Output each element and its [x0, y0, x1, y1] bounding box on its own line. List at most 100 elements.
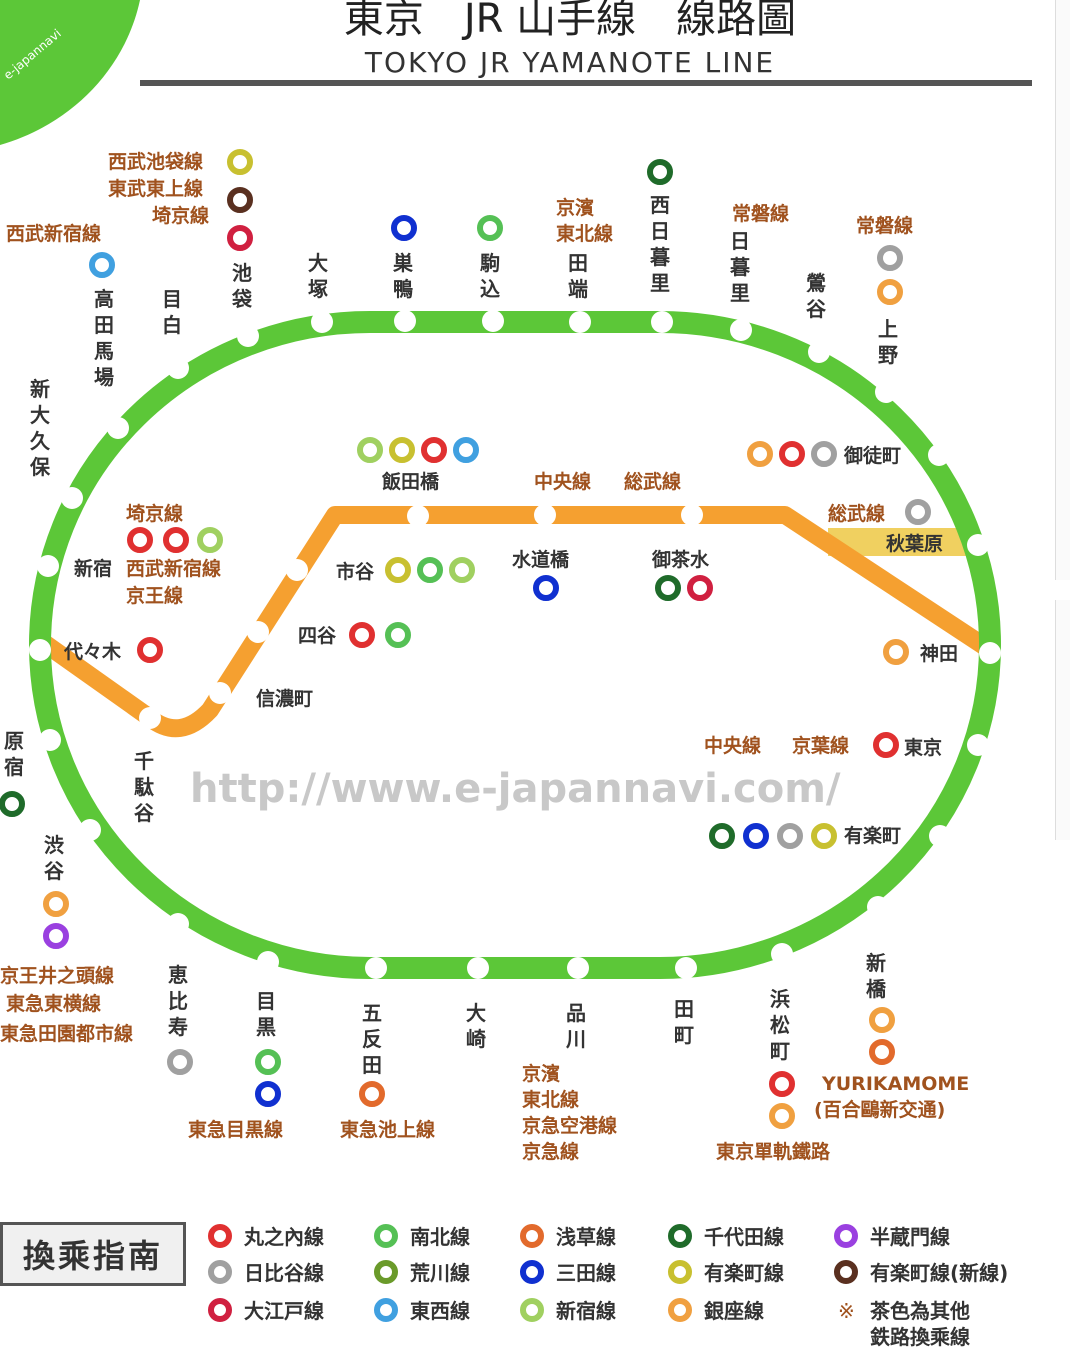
legend-item-label: 荒川線	[410, 1261, 470, 1285]
ebisu-station: 恵比寿	[168, 963, 188, 1039]
transfer-icon	[873, 732, 899, 758]
station-dot	[482, 310, 504, 332]
side-scrollbar[interactable]	[1055, 0, 1070, 580]
tabata-station: 田端	[568, 251, 588, 301]
station-dot	[929, 825, 951, 847]
legend-item-label: 有楽町線	[704, 1261, 784, 1285]
station-dot	[237, 325, 259, 347]
station-dot	[730, 319, 752, 341]
transfer-icon	[349, 622, 375, 648]
legend-item-label: 南北線	[410, 1225, 470, 1249]
transfer-icon	[357, 437, 383, 463]
station-dot	[675, 957, 697, 979]
station-dot	[407, 505, 429, 527]
transfer-icon	[647, 159, 673, 185]
legend-swatch-icon	[374, 1224, 398, 1248]
station-dot	[771, 943, 793, 965]
legend-swatch-icon	[668, 1298, 692, 1322]
station-dot	[61, 487, 83, 509]
transfer-icon	[811, 441, 837, 467]
otsuka-station: 大塚	[308, 251, 328, 301]
seibu_shinjuku_1-line-label: 西武新宿線	[6, 222, 101, 245]
station-dot	[928, 444, 950, 466]
seibu_ikebukuro-line-label: 西武池袋線	[108, 150, 203, 173]
station-dot	[79, 819, 101, 841]
legend-swatch-icon	[208, 1224, 232, 1248]
tokyu_toyoko-line-label: 東急東横線	[6, 992, 101, 1015]
station-dot	[867, 896, 889, 918]
sugamo-station: 巣鴨	[392, 251, 414, 301]
shinjuku-station: 新宿	[74, 557, 112, 580]
okachimachi-station: 御徒町	[843, 444, 901, 467]
legend-swatch-icon	[668, 1224, 692, 1248]
legend-swatch-icon	[520, 1298, 544, 1322]
legend-swatch-icon	[834, 1260, 858, 1284]
transfer-icon	[255, 1049, 281, 1075]
transfer-icon	[883, 639, 909, 665]
station-dot	[394, 310, 416, 332]
station-dot	[467, 957, 489, 979]
transfer-icon	[533, 575, 559, 601]
transfer-icon	[743, 823, 769, 849]
harajuku-station: 原宿	[4, 729, 24, 779]
station-dot	[29, 639, 51, 661]
legend-note-mark: ※	[838, 1299, 855, 1323]
transfer-icon	[137, 637, 163, 663]
station-dot	[167, 913, 189, 935]
tokyu_denentoshi-line-label: 東急田園都市線	[0, 1022, 133, 1045]
tokyu_meguro-line-label: 東急目黒線	[188, 1118, 283, 1141]
tokyo-station: 東京	[904, 736, 942, 759]
gotanda-station: 五反田	[362, 1001, 382, 1077]
transfer-icon	[769, 1071, 795, 1097]
keihin_tohoku_1-line-label: 京濱東北線	[556, 196, 613, 245]
komagome-station: 駒込	[480, 251, 500, 301]
transfer-icon	[811, 823, 837, 849]
transfer-icon	[385, 622, 411, 648]
legend-item-label: 東西線	[410, 1299, 470, 1323]
transfer-icon	[687, 575, 713, 601]
transfer-icon	[43, 891, 69, 917]
transfer-icon	[127, 527, 153, 553]
station-dot	[311, 311, 333, 333]
yotsuya-station: 四谷	[298, 625, 337, 647]
transfer-icon	[421, 437, 447, 463]
chuo_2-line-label: 中央線	[704, 734, 761, 757]
tamachi-station: 田町	[674, 997, 694, 1047]
transfer-icon	[385, 557, 411, 583]
station-dot	[286, 559, 308, 581]
saikyo_1-line-label: 埼京線	[152, 204, 209, 227]
ichigaya-station: 市谷	[336, 560, 375, 583]
station-dot	[967, 734, 989, 756]
station-dot	[567, 957, 589, 979]
station-dot	[875, 381, 897, 403]
transfer-icon	[167, 1049, 193, 1075]
legend-item-label: 新宿線	[556, 1299, 616, 1323]
station-dot	[167, 357, 189, 379]
seibu_shinjuku_2-line-label: 西武新宿線	[126, 557, 221, 580]
shinagawa-station: 品川	[565, 1001, 586, 1051]
title-rule	[140, 80, 1032, 86]
station-dot	[209, 682, 231, 704]
transfer-icon	[255, 1081, 281, 1107]
transfer-icon	[163, 527, 189, 553]
nippori-station: 日暮里	[729, 229, 751, 305]
uguisudani-station: 鶯谷	[806, 271, 827, 321]
legend-item-label: 有楽町線(新線)	[870, 1261, 1008, 1285]
legend-swatch-icon	[668, 1260, 692, 1284]
suidobashi-station: 水道橋	[512, 548, 570, 571]
akihabara-station: 秋葉原	[886, 532, 943, 555]
transfer-icon	[905, 499, 931, 525]
legend-swatch-icon	[374, 1260, 398, 1284]
legend-item-label: 丸之內線	[243, 1225, 324, 1249]
sobu_2-line-label: 総武線	[828, 502, 885, 525]
monorail-line-label: 東京單軌鐵路	[716, 1140, 831, 1163]
station-dot	[257, 951, 279, 973]
tobu_tojo-line-label: 東武東上線	[108, 177, 203, 200]
yoyogi-station: 代々木	[63, 640, 122, 663]
transfer-icon	[877, 279, 903, 305]
station-dot	[979, 642, 1001, 664]
station-dot	[651, 311, 673, 333]
yurikamome-line-label: YURIKAMOME	[821, 1073, 969, 1095]
station-dot	[39, 729, 61, 751]
ochanomizu-station: 御茶水	[651, 548, 710, 571]
